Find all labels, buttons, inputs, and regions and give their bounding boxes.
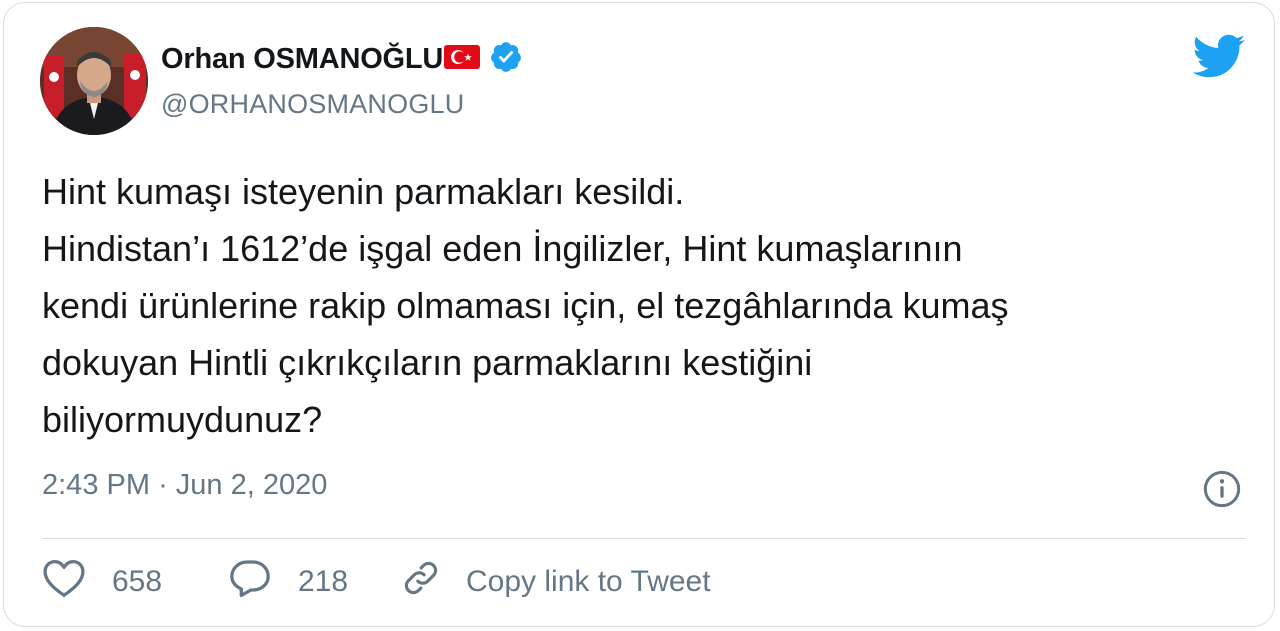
heart-icon xyxy=(42,558,86,606)
tweet-date[interactable]: Jun 2, 2020 xyxy=(176,469,328,501)
copy-link-button[interactable]: Copy link to Tweet xyxy=(400,557,711,607)
tweet-actions: 658 218 Copy link to Tweet xyxy=(42,559,711,605)
turkey-flag-icon xyxy=(444,44,481,74)
like-count: 658 xyxy=(112,565,163,598)
tweet-text-line: kendi ürünlerine rakip olmaması için, el… xyxy=(42,285,1009,326)
verified-badge-icon xyxy=(489,40,523,79)
copy-link-label[interactable]: Copy link to Tweet xyxy=(466,565,711,599)
tweet-timestamp[interactable]: 2:43 PM · Jun 2, 2020 xyxy=(42,469,327,502)
user-handle[interactable]: @ORHANOSMANOGLU xyxy=(161,89,464,120)
reply-bubble-icon xyxy=(228,558,272,606)
tweet-text-line: Hint kumaşı isteyenin parmakları kesildi… xyxy=(42,171,685,212)
twitter-bird-icon[interactable] xyxy=(1190,33,1246,84)
author-name-row[interactable]: Orhan OSMANOĞLU xyxy=(161,41,523,77)
reply-count: 218 xyxy=(298,565,349,598)
tweet-text-line: Hindistan’ı 1612’de işgal eden İngilizle… xyxy=(42,228,963,269)
tweet-time[interactable]: 2:43 PM xyxy=(42,469,150,501)
reply-button[interactable]: 218 xyxy=(228,558,400,606)
divider xyxy=(42,538,1246,539)
tweet-text-line: biliyormuydunuz? xyxy=(42,399,323,440)
display-name[interactable]: Orhan OSMANOĞLU xyxy=(161,43,443,76)
timestamp-separator: · xyxy=(158,469,168,501)
like-button[interactable]: 658 xyxy=(42,558,228,606)
link-icon xyxy=(400,557,442,607)
tweet-text-line: dokuyan Hintli çıkrıkçıların parmakların… xyxy=(42,342,813,383)
avatar[interactable] xyxy=(40,27,148,135)
tweet-text: Hint kumaşı isteyenin parmakları kesildi… xyxy=(42,163,1242,448)
tweet-card: Orhan OSMANOĞLU @ORHANOSMANOGLU Hint kum… xyxy=(3,2,1275,627)
info-icon[interactable] xyxy=(1202,469,1242,514)
